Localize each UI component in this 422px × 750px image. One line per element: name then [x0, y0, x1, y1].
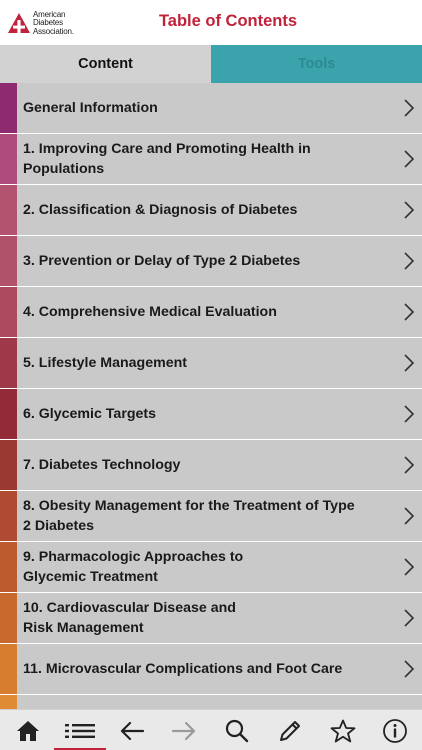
toc-row[interactable]: 2. Classification & Diagnosis of Diabete… — [0, 185, 422, 236]
section-color-stripe — [0, 338, 17, 388]
toc-row-label: 7. Diabetes Technology — [23, 457, 181, 473]
notes-button[interactable] — [264, 710, 316, 750]
section-color-stripe — [0, 440, 17, 490]
section-color-stripe — [0, 695, 17, 709]
toc-row[interactable]: 8. Obesity Management for the Treatment … — [0, 491, 422, 542]
chevron-right-icon — [404, 252, 415, 270]
forward-button[interactable] — [158, 710, 210, 750]
section-color-stripe — [0, 236, 17, 286]
chevron-right-icon — [404, 609, 415, 627]
toc-row[interactable]: 4. Comprehensive Medical Evaluation — [0, 287, 422, 338]
section-color-stripe — [0, 542, 17, 592]
bookmarks-button[interactable] — [317, 710, 369, 750]
home-button[interactable] — [2, 710, 54, 750]
chevron-right-icon — [404, 303, 415, 321]
info-icon — [383, 718, 407, 743]
toc-row[interactable]: 5. Lifestyle Management — [0, 338, 422, 389]
back-button[interactable] — [106, 710, 158, 750]
section-color-stripe — [0, 593, 17, 643]
toc-row-label: 9. Pharmacologic Approaches to Glycemic … — [23, 549, 244, 585]
pencil-icon — [280, 720, 300, 741]
chevron-right-icon — [404, 99, 415, 117]
chevron-right-icon — [404, 660, 415, 678]
section-color-stripe — [0, 644, 17, 694]
chevron-right-icon — [404, 456, 415, 474]
chevron-right-icon — [404, 558, 415, 576]
table-of-contents-button[interactable] — [54, 710, 106, 750]
page-title: Table of Contents — [158, 12, 298, 30]
section-color-stripe — [0, 389, 17, 439]
toc-row[interactable]: 10. Cardiovascular Disease and Risk Mana… — [0, 593, 422, 644]
section-color-stripe — [0, 185, 17, 235]
toc-row-label: 11. Microvascular Complications and Foot… — [23, 661, 343, 677]
logo-wordmark: American Diabetes Association. — [33, 10, 74, 36]
chevron-right-icon — [404, 150, 415, 168]
section-color-stripe — [0, 83, 17, 133]
info-button[interactable] — [369, 710, 421, 750]
toc-row[interactable]: 3. Prevention or Delay of Type 2 Diabete… — [0, 236, 422, 287]
logo-line: Association. — [33, 26, 74, 36]
chevron-right-icon — [404, 354, 415, 372]
header: American Diabetes Association. Table of … — [0, 0, 422, 45]
search-icon — [225, 719, 249, 742]
toc-row[interactable]: 11. Microvascular Complications and Foot… — [0, 644, 422, 695]
home-icon — [17, 720, 39, 741]
bottom-toolbar — [0, 709, 422, 750]
chevron-right-icon — [404, 507, 415, 525]
toc-row-label: 2. Classification & Diagnosis of Diabete… — [23, 202, 298, 218]
toc-row-label: General Information — [23, 100, 158, 116]
toc-row[interactable]: 7. Diabetes Technology — [0, 440, 422, 491]
tab-tools[interactable]: Tools — [211, 45, 422, 83]
list-icon — [65, 723, 95, 738]
ada-logo: American Diabetes Association. — [8, 9, 88, 37]
forward-arrow-icon — [171, 721, 196, 740]
toc-row[interactable]: 1. Improving Care and Promoting Health i… — [0, 134, 422, 185]
toc-list[interactable]: General Information 1. Improving Care and… — [0, 83, 422, 709]
section-color-stripe — [0, 287, 17, 337]
ada-triangle-icon — [8, 13, 30, 33]
toc-row[interactable]: 9. Pharmacologic Approaches to Glycemic … — [0, 542, 422, 593]
toc-row[interactable]: 6. Glycemic Targets — [0, 389, 422, 440]
tab-content[interactable]: Content — [0, 45, 211, 83]
toc-row-label: 5. Lifestyle Management — [23, 355, 187, 371]
toc-row-label: 8. Obesity Management for the Treatment … — [23, 498, 355, 534]
toc-row-label: 6. Glycemic Targets — [23, 406, 157, 422]
section-color-stripe — [0, 491, 17, 541]
section-color-stripe — [0, 134, 17, 184]
toc-row-label: 4. Comprehensive Medical Evaluation — [23, 304, 277, 320]
toc-row-label: 3. Prevention or Delay of Type 2 Diabete… — [23, 253, 301, 269]
search-button[interactable] — [211, 710, 263, 750]
chevron-right-icon — [404, 405, 415, 423]
tab-bar: Content Tools — [0, 45, 422, 83]
toc-row-label: 1. Improving Care and Promoting Health i… — [23, 141, 311, 177]
toc-row[interactable]: General Information — [0, 83, 422, 134]
toc-row[interactable] — [0, 695, 422, 709]
back-arrow-icon — [120, 721, 145, 740]
chevron-right-icon — [404, 201, 415, 219]
star-icon — [330, 719, 356, 742]
toc-row-label: 10. Cardiovascular Disease and Risk Mana… — [23, 600, 236, 636]
